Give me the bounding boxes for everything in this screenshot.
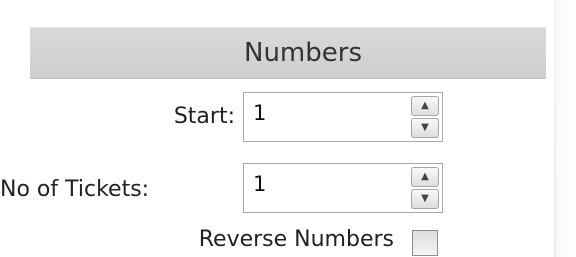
tickets-increment-button[interactable]: ▲	[411, 167, 439, 187]
start-value[interactable]: 1	[253, 101, 266, 125]
start-label: Start:	[173, 104, 235, 129]
reverse-numbers-checkbox[interactable]	[412, 230, 438, 256]
tickets-label: No of Tickets:	[0, 177, 150, 202]
chevron-up-icon: ▲	[421, 100, 429, 111]
start-increment-button[interactable]: ▲	[411, 96, 439, 116]
start-spin-buttons: ▲ ▼	[411, 96, 439, 138]
tickets-value[interactable]: 1	[253, 172, 266, 196]
chevron-down-icon: ▼	[421, 122, 429, 133]
numbers-section-header: Numbers	[30, 27, 546, 79]
start-spinbox[interactable]: 1 ▲ ▼	[243, 92, 443, 142]
start-decrement-button[interactable]: ▼	[411, 118, 439, 138]
chevron-up-icon: ▲	[421, 171, 429, 182]
tickets-spin-buttons: ▲ ▼	[411, 167, 439, 209]
panel-right-shadow	[556, 0, 576, 257]
reverse-numbers-label: Reverse Numbers	[198, 227, 394, 252]
tickets-decrement-button[interactable]: ▼	[411, 189, 439, 209]
numbers-panel: Numbers Start: 1 ▲ ▼ No of Tickets: 1 ▲ …	[0, 0, 576, 257]
chevron-down-icon: ▼	[421, 193, 429, 204]
numbers-section-title: Numbers	[244, 38, 362, 68]
tickets-spinbox[interactable]: 1 ▲ ▼	[243, 163, 443, 213]
